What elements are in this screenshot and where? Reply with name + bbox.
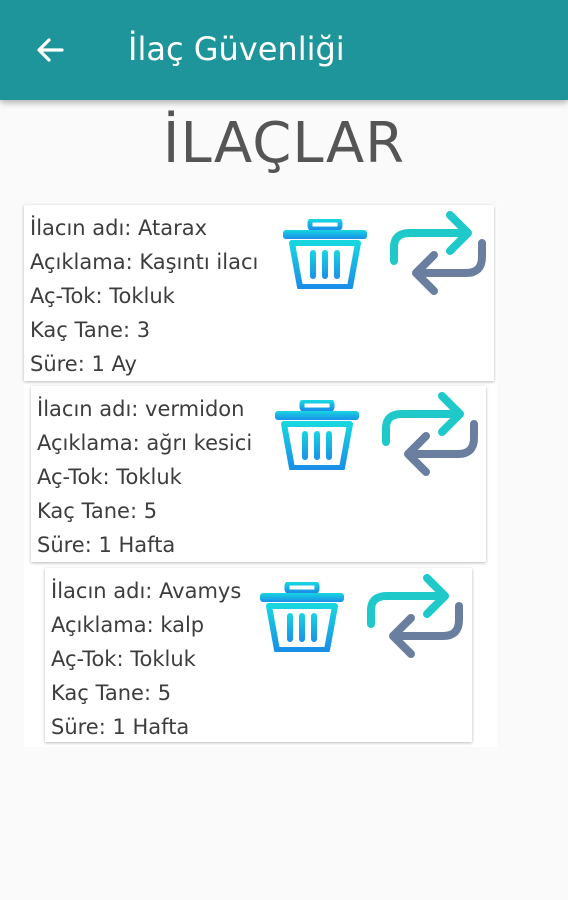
back-button[interactable] [26, 26, 74, 74]
medicine-fasting: Aç-Tok: Tokluk [30, 284, 175, 308]
trash-icon [274, 400, 360, 470]
page-title: İLAÇLAR [162, 111, 406, 176]
medicine-name: İlacın adı: Avamys [51, 579, 242, 603]
medicine-card: İlacın adı: Atarax Açıklama: Kaşıntı ila… [24, 205, 494, 381]
update-button[interactable] [388, 207, 488, 297]
medicine-card: İlacın adı: vermidon Açıklama: ağrı kesi… [31, 386, 486, 562]
medicine-description: Açıklama: kalp [51, 613, 205, 637]
medicine-name: İlacın adı: Atarax [30, 216, 208, 240]
swap-arrows-icon [365, 570, 465, 660]
swap-arrows-icon [380, 388, 480, 478]
medicine-fasting: Aç-Tok: Tokluk [51, 647, 196, 671]
trash-icon [282, 219, 368, 289]
medicine-duration: Süre: 1 Ay [30, 352, 137, 376]
app-bar: İlaç Güvenliği [0, 0, 568, 100]
delete-button[interactable] [259, 582, 345, 658]
appbar-title: İlaç Güvenliği [128, 30, 345, 68]
medicine-fasting: Aç-Tok: Tokluk [37, 465, 182, 489]
medicine-list[interactable]: İlacın adı: Atarax Açıklama: Kaşıntı ila… [24, 205, 497, 747]
medicine-duration: Süre: 1 Hafta [51, 715, 190, 739]
delete-button[interactable] [282, 219, 368, 295]
medicine-name: İlacın adı: vermidon [37, 397, 245, 421]
update-button[interactable] [365, 570, 465, 660]
swap-arrows-icon [388, 207, 488, 297]
medicine-count: Kaç Tane: 5 [51, 681, 172, 705]
trash-icon [259, 582, 345, 652]
medicine-card: İlacın adı: Avamys Açıklama: kalp Aç-Tok… [45, 568, 472, 742]
arrow-back-icon [34, 34, 66, 66]
medicine-count: Kaç Tane: 5 [37, 499, 158, 523]
medicine-description: Açıklama: Kaşıntı ilacı [30, 250, 259, 274]
medicine-count: Kaç Tane: 3 [30, 318, 151, 342]
medicine-duration: Süre: 1 Hafta [37, 533, 176, 557]
update-button[interactable] [380, 388, 480, 478]
delete-button[interactable] [274, 400, 360, 476]
medicine-description: Açıklama: ağrı kesici [37, 431, 253, 455]
